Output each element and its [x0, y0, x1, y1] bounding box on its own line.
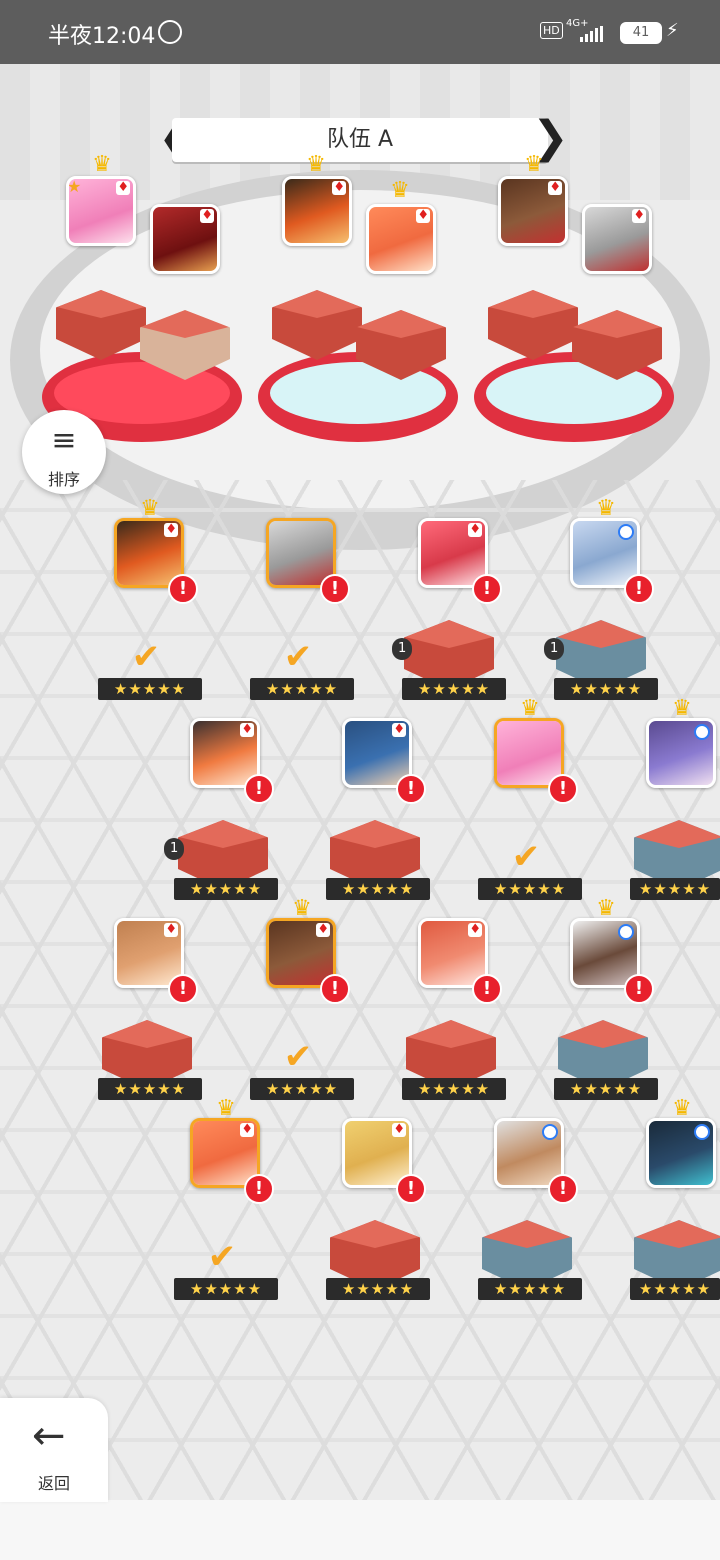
star-rating: ★★★★★: [250, 1078, 354, 1100]
stack-count-badge: 1: [164, 838, 185, 860]
star-rating: ★★★★★: [326, 878, 430, 900]
crown-icon: ♛: [672, 1096, 692, 1121]
alert-icon: !: [472, 974, 502, 1004]
water-element-icon: [618, 924, 634, 940]
signal-icon: [580, 26, 603, 42]
crown-icon: ♛: [306, 152, 326, 177]
diamond-suit-icon: ♦: [392, 722, 406, 737]
crown-icon: ♛: [596, 496, 616, 521]
alert-icon: !: [320, 574, 350, 604]
crown-icon: ♛: [390, 178, 410, 203]
hero-portrait[interactable]: ♦: [366, 204, 436, 274]
selected-check-icon: ✔: [131, 637, 161, 677]
crown-icon: ♛: [520, 696, 540, 721]
star-rating: ★★★★★: [326, 1278, 430, 1300]
selected-check-icon: ✔: [511, 837, 541, 877]
alert-icon: !: [396, 1174, 426, 1204]
star-rating: ★★★★★: [554, 678, 658, 700]
alert-icon: !: [244, 774, 274, 804]
crown-icon: ♛: [292, 896, 312, 921]
star-rating: ★★★★★: [174, 1278, 278, 1300]
status-bar: 半夜12:04 HD 4G+ 41 ⚡: [0, 0, 720, 64]
diamond-suit-icon: ♦: [164, 922, 178, 937]
selected-check-icon: ✔: [207, 1237, 237, 1277]
hero-portrait[interactable]: ♦: [582, 204, 652, 274]
alert-icon: !: [548, 774, 578, 804]
crown-icon: ♛: [140, 496, 160, 521]
star-rating: ★★★★★: [402, 678, 506, 700]
star-rating: ★★★★★: [630, 878, 720, 900]
star-rating: ★★★★★: [98, 678, 202, 700]
diamond-suit-icon: ♦: [240, 1122, 254, 1137]
sort-button[interactable]: ≡ 排序: [22, 410, 106, 494]
bottom-bar: [0, 1500, 720, 1560]
hero-portrait[interactable]: ♦: [150, 204, 220, 274]
water-element-icon: [694, 1124, 710, 1140]
alert-icon: !: [396, 774, 426, 804]
alert-icon: !: [168, 974, 198, 1004]
star-rating: ★★★★★: [402, 1078, 506, 1100]
diamond-suit-icon: ♦: [548, 180, 562, 195]
star-rating: ★★★★★: [630, 1278, 720, 1300]
selected-check-icon: ✔: [283, 637, 313, 677]
hero-portrait[interactable]: ♦: [498, 176, 568, 246]
diamond-suit-icon: ♦: [116, 180, 130, 195]
alert-icon: !: [624, 974, 654, 1004]
water-element-icon: [542, 1124, 558, 1140]
alert-icon: !: [624, 574, 654, 604]
back-label: 返回: [37, 1474, 70, 1493]
star-rating: ★★★★★: [478, 878, 582, 900]
stack-count-badge: 1: [544, 638, 565, 660]
hero-portrait[interactable]: ♦: [282, 176, 352, 246]
star-rating: ★★★★★: [554, 1078, 658, 1100]
diamond-suit-icon: ♦: [240, 722, 254, 737]
roster-hero-portrait[interactable]: [646, 1118, 716, 1188]
diamond-suit-icon: ♦: [632, 208, 646, 223]
team-title: 队伍 A: [172, 118, 548, 162]
charging-icon: ⚡: [666, 20, 679, 41]
battery-icon: 41: [620, 22, 662, 44]
sort-label: 排序: [47, 470, 80, 489]
diamond-suit-icon: ♦: [416, 208, 430, 223]
hero-portrait[interactable]: ★ ♦: [66, 176, 136, 246]
star-rating: ★★★★★: [250, 678, 354, 700]
status-time: 半夜12:04: [48, 24, 156, 49]
alert-icon: !: [168, 574, 198, 604]
diamond-suit-icon: ♦: [316, 922, 330, 937]
sort-icon: ≡: [51, 423, 77, 458]
alert-icon: !: [472, 574, 502, 604]
crown-icon: ♛: [524, 152, 544, 177]
back-button[interactable]: ← 返回: [0, 1398, 108, 1502]
water-element-icon: [618, 524, 634, 540]
diamond-suit-icon: ♦: [200, 208, 214, 223]
diamond-suit-icon: ♦: [164, 522, 178, 537]
crown-icon: ♛: [216, 1096, 236, 1121]
back-arrow-icon: ←: [32, 1413, 66, 1459]
alert-icon: !: [244, 1174, 274, 1204]
star-rating: ★★★★★: [98, 1078, 202, 1100]
diamond-suit-icon: ♦: [468, 522, 482, 537]
alarm-icon: [158, 20, 182, 44]
water-element-icon: [694, 724, 710, 740]
stack-count-badge: 1: [392, 638, 413, 660]
diamond-suit-icon: ♦: [468, 922, 482, 937]
crown-icon: ♛: [92, 152, 112, 177]
crown-icon: ♛: [672, 696, 692, 721]
star-icon: ★: [67, 177, 82, 196]
star-rating: ★★★★★: [478, 1278, 582, 1300]
alert-icon: !: [548, 1174, 578, 1204]
diamond-suit-icon: ♦: [392, 1122, 406, 1137]
selected-check-icon: ✔: [283, 1037, 313, 1077]
diamond-suit-icon: ♦: [332, 180, 346, 195]
star-rating: ★★★★★: [174, 878, 278, 900]
roster-hero-portrait[interactable]: [646, 718, 716, 788]
hd-badge: HD: [540, 22, 563, 39]
alert-icon: !: [320, 974, 350, 1004]
crown-icon: ♛: [596, 896, 616, 921]
